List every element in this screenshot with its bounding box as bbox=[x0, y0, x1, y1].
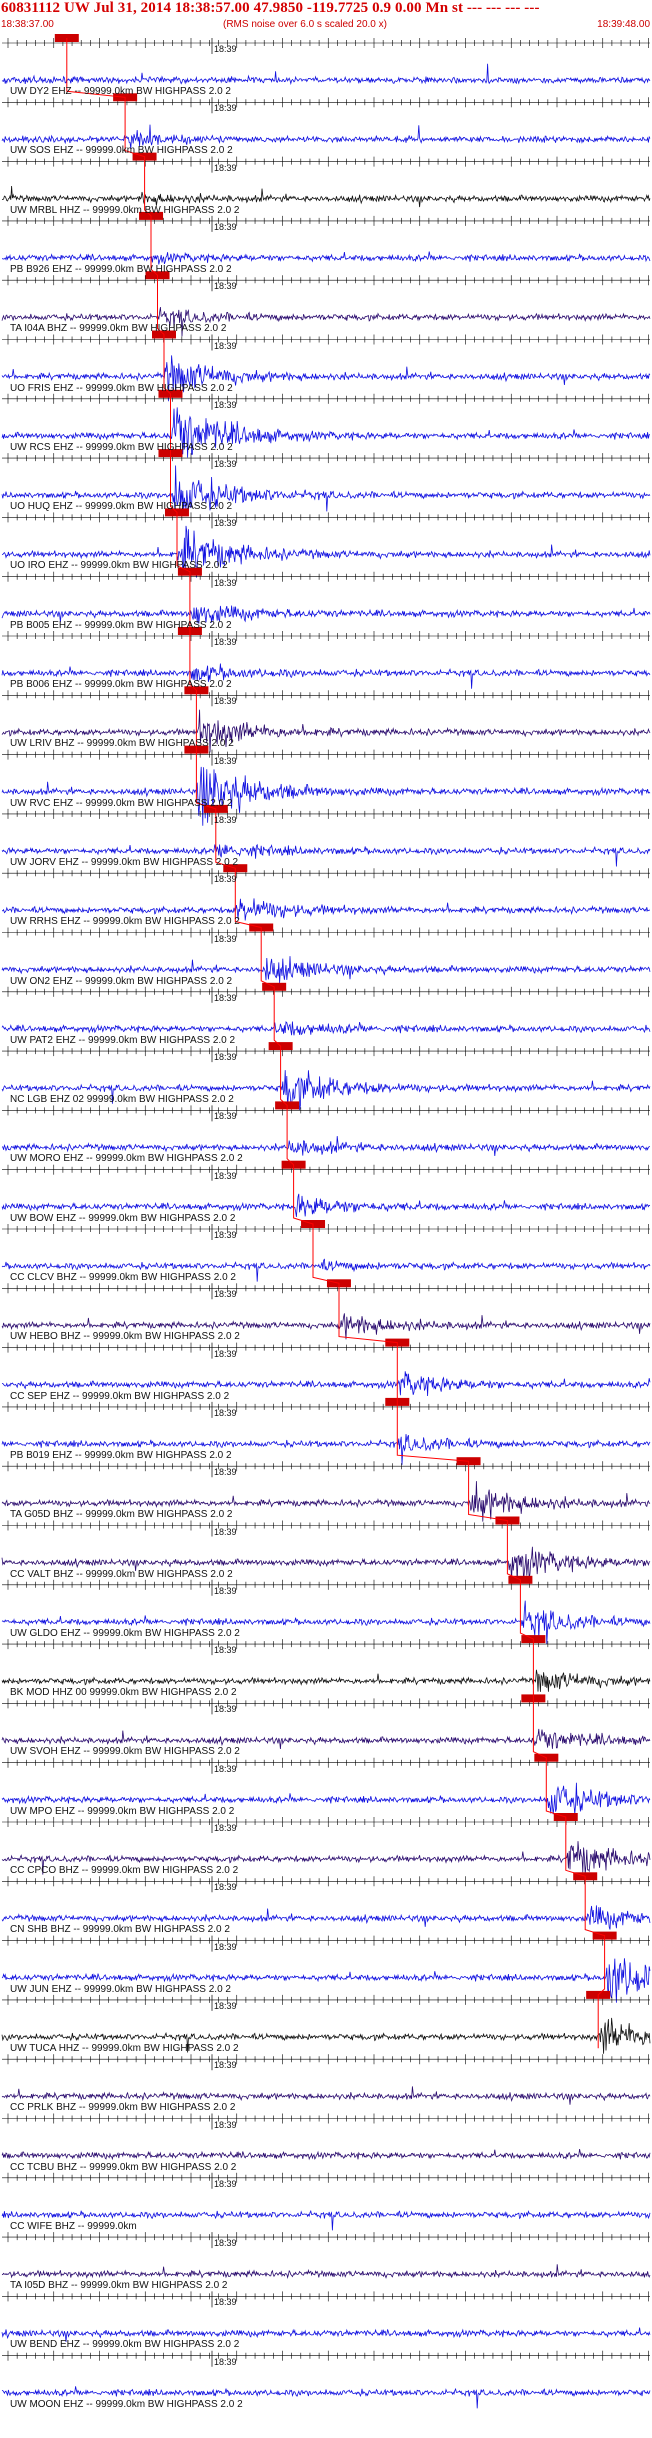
waveform bbox=[1, 465, 651, 512]
trace-row bbox=[1, 1694, 651, 1749]
trace-row bbox=[1, 1338, 651, 1397]
trace-row bbox=[1, 1042, 651, 1111]
waveform bbox=[1, 1600, 651, 1645]
trace-row bbox=[1, 2291, 651, 2342]
trace-row bbox=[1, 93, 651, 149]
waveform bbox=[1, 1481, 651, 1522]
waveform bbox=[1, 306, 651, 337]
trace-row bbox=[1, 211, 651, 265]
waveform bbox=[1, 2086, 651, 2105]
waveform bbox=[1, 251, 651, 265]
waveform bbox=[1, 663, 651, 689]
trace-row bbox=[1, 2113, 651, 2161]
waveform bbox=[1, 2149, 651, 2161]
waveform bbox=[1, 2209, 651, 2231]
trace-row bbox=[1, 1220, 651, 1282]
waveform bbox=[1, 63, 651, 86]
waveform bbox=[1, 709, 651, 753]
waveform bbox=[1, 1546, 651, 1584]
waveform bbox=[1, 2327, 651, 2342]
trace-row bbox=[1, 1753, 651, 1815]
trace-row bbox=[1, 1872, 651, 1930]
trace-row bbox=[1, 152, 651, 208]
trace-row bbox=[1, 34, 651, 86]
trace-row bbox=[1, 330, 651, 402]
waveform bbox=[1, 1841, 651, 1875]
waveform bbox=[1, 1782, 651, 1815]
waveform bbox=[1, 525, 651, 578]
trace-row bbox=[1, 627, 651, 689]
trace-row bbox=[1, 1160, 651, 1217]
trace-row bbox=[1, 271, 651, 337]
trace-row bbox=[1, 449, 651, 512]
trace-row bbox=[1, 1101, 651, 1157]
trace-row bbox=[1, 864, 650, 921]
trace-row bbox=[1, 508, 651, 578]
waveform bbox=[1, 1313, 651, 1340]
start-time: 18:38:37.00 bbox=[1, 19, 54, 30]
waveform bbox=[1, 124, 651, 149]
waveform bbox=[1, 1669, 651, 1692]
seismogram-plot bbox=[1, 34, 651, 2409]
waveform bbox=[1, 1371, 651, 1397]
waveform bbox=[1, 185, 651, 208]
waveform bbox=[1, 1434, 651, 1465]
waveform bbox=[1, 1905, 651, 1930]
end-time: 18:39:48.00 bbox=[597, 19, 650, 30]
trace-row bbox=[1, 1575, 651, 1645]
trace-row bbox=[1, 1635, 651, 1692]
trace-row bbox=[1, 982, 651, 1036]
trace-row bbox=[1, 804, 651, 867]
plot-header: 60831112 UW Jul 31, 2014 18:38:57.00 47.… bbox=[0, 0, 652, 32]
waveform bbox=[1, 898, 650, 921]
waveform bbox=[1, 2017, 651, 2054]
trace-row bbox=[1, 686, 651, 753]
trace-row bbox=[1, 1990, 651, 2054]
trace-row bbox=[1, 2350, 651, 2409]
trace-row bbox=[1, 1457, 651, 1522]
trace-row bbox=[1, 1813, 651, 1875]
waveform bbox=[1, 1193, 651, 1217]
trace-row bbox=[1, 567, 651, 624]
waveform bbox=[1, 1136, 651, 1157]
waveform bbox=[1, 1258, 651, 1282]
waveform bbox=[1, 956, 651, 984]
waveform bbox=[1, 1021, 651, 1036]
trace-row bbox=[1, 389, 651, 458]
waveform bbox=[1, 2264, 651, 2280]
waveform bbox=[1, 1070, 651, 1111]
trace-row bbox=[1, 2232, 651, 2280]
trace-row bbox=[1, 2172, 651, 2231]
trace-row bbox=[1, 1397, 651, 1465]
event-title: 60831112 UW Jul 31, 2014 18:38:57.00 47.… bbox=[1, 0, 540, 16]
trace-row bbox=[1, 1931, 651, 2003]
waveform bbox=[1, 605, 651, 624]
scaling-note: (RMS noise over 6.0 s scaled 20.0 x) bbox=[223, 19, 387, 30]
waveform bbox=[1, 2386, 651, 2409]
waveform bbox=[1, 843, 651, 867]
waveform bbox=[1, 407, 651, 458]
waveform bbox=[1, 1728, 651, 1749]
trace-row bbox=[1, 1516, 651, 1584]
trace-row bbox=[1, 1279, 651, 1340]
trace-row bbox=[1, 2054, 651, 2105]
trace-row bbox=[1, 923, 651, 984]
